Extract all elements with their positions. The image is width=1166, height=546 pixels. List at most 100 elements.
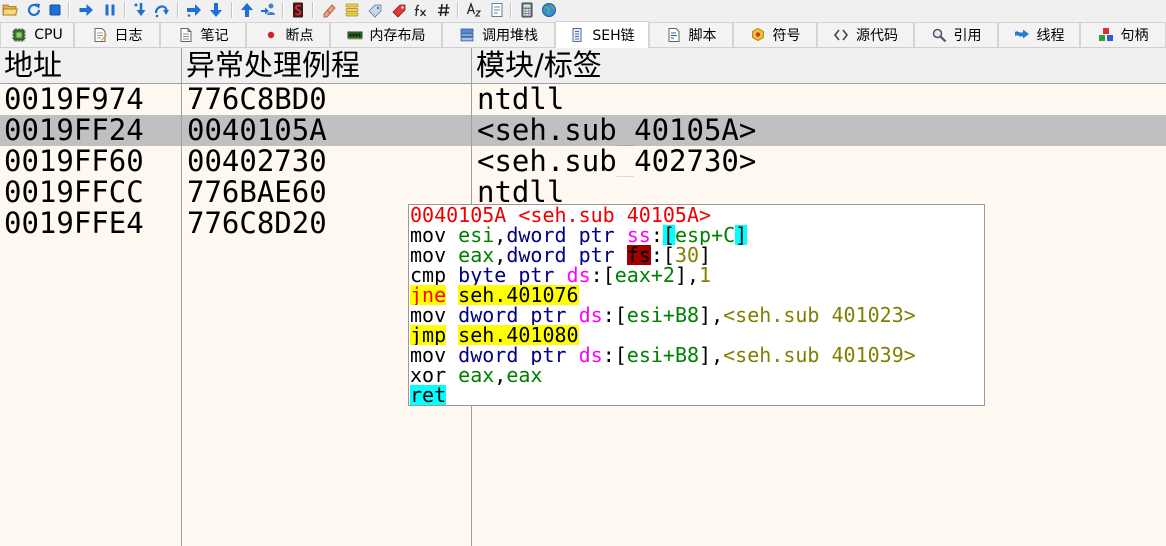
stop-icon [47,2,63,18]
disasm-token: dword ptr [458,345,579,365]
tab-handles[interactable]: 句柄 [1080,22,1166,47]
toolbar-separator [177,2,179,18]
tab-script[interactable]: 脚本 [649,22,733,47]
column-header-address[interactable]: 地址 [0,48,181,83]
seh-row[interactable]: 0019FF24 0040105A <seh.sub_40105A> [0,115,1166,146]
step-into-button[interactable] [132,1,150,19]
toolbar-separator [282,2,284,18]
tab-breakpoint[interactable]: 断点 [246,22,330,47]
bookmarks-button[interactable] [390,1,408,19]
tab-label: 引用 [953,28,982,44]
disasm-token: , [687,265,700,285]
globe-button[interactable] [540,1,558,19]
tab-references[interactable]: 引用 [914,22,998,47]
disasm-token: [ [662,245,675,265]
comments-button[interactable] [343,1,361,19]
execute-till-return-button[interactable] [238,1,256,19]
tab-source[interactable]: 源代码 [817,22,914,47]
disasm-token: eax [458,245,495,265]
tab-bar: CPU 日志 笔记 断点 内存布局 调用堆栈 SEH链 脚本 符号 源代码 引用 线程 句柄 [0,20,1166,48]
hash-button[interactable] [435,1,453,19]
tab-notes[interactable]: 笔记 [160,22,246,47]
seh-chain-icon [569,27,585,43]
tab-label: 源代码 [856,28,898,44]
disasm-line: mov esi,dword ptr ss:[esp+C] [410,225,984,245]
disasm-token: eax+2 [614,265,675,285]
notes-icon [178,27,194,43]
handles-icon [1098,27,1114,43]
trace-into-button[interactable] [185,1,203,19]
hash-icon [436,2,452,18]
symbols-icon [750,27,766,43]
notepad-icon [489,2,505,18]
disasm-token: mov [410,345,459,365]
disasm-token: seh.401076 [458,285,579,305]
patch-button[interactable] [320,1,338,19]
restart-icon [26,2,42,18]
disasm-token: <seh.sub_401023> [723,305,916,325]
open-folder-icon [2,2,18,18]
tab-label: 句柄 [1120,28,1149,44]
disasm-token: cmp [410,265,459,285]
stop-button[interactable] [46,1,64,19]
references-icon [931,27,947,43]
column-header-handler[interactable]: 异常处理例程 [182,48,471,83]
address-cell: 0019FFCC [4,177,144,208]
disasm-line: 0040105A <seh.sub_40105A> [410,205,984,225]
run-button[interactable] [77,1,95,19]
tab-call-stack[interactable]: 调用堆栈 [442,22,555,47]
disasm-line: jmp seh.401080 [410,325,984,345]
notepad-button[interactable] [488,1,506,19]
scylla-button[interactable] [289,1,307,19]
disasm-line: xor eax,eax [410,365,984,385]
disasm-token: : [602,345,615,365]
tab-symbols[interactable]: 符号 [733,22,817,47]
toolbar-separator [457,2,459,18]
disasm-token: esi+B8 [626,305,700,325]
restart-button[interactable] [25,1,43,19]
tab-memory-map[interactable]: 内存布局 [330,22,442,47]
threads-icon [1014,27,1030,43]
open-folder-button[interactable] [1,1,19,19]
disasm-token: , [494,225,507,245]
labels-button[interactable] [366,1,384,19]
seh-row[interactable]: 0019FF60 00402730 <seh.sub_402730> [0,146,1166,177]
address-cell: 0019FFE4 [4,208,144,239]
disasm-token [446,325,458,345]
calculator-button[interactable] [518,1,536,19]
disasm-token: [ [602,265,615,285]
disasm-token: esi [458,225,495,245]
tab-threads[interactable]: 线程 [998,22,1080,47]
column-header-module-label[interactable]: 模块/标签 [472,48,1166,83]
debugger-window: CPU 日志 笔记 断点 内存布局 调用堆栈 SEH链 脚本 符号 源代码 引用 线程 句柄 地址 异常… [0,0,1166,546]
log-icon [92,27,108,43]
tab-label: 调用堆栈 [482,28,538,44]
tab-label: 内存布局 [369,28,426,44]
disasm-token: ] [699,305,712,325]
disasm-line: mov dword ptr ds:[esi+B8],<seh.sub_40102… [410,305,984,325]
disasm-token: , [711,305,724,325]
disasm-line: cmp byte ptr ds:[eax+2],1 [410,265,984,285]
tab-cpu[interactable]: CPU [0,22,74,47]
seh-row[interactable]: 0019F974 776C8BD0 ntdll [0,84,1166,115]
az-button[interactable] [465,1,483,19]
tab-log[interactable]: 日志 [74,22,160,47]
tab-seh-chain[interactable]: SEH链 [555,21,649,48]
run-to-user-code-button[interactable] [259,1,277,19]
handler-cell: 0040105A [187,115,327,146]
disasm-token: [ [662,225,675,245]
pause-button[interactable] [101,1,119,19]
disasm-token: ] [699,345,712,365]
trace-over-button[interactable] [207,1,225,19]
disasm-token: esp+C [674,225,736,245]
disasm-line: mov dword ptr ds:[esi+B8],<seh.sub_40103… [410,345,984,365]
step-over-button[interactable] [153,1,171,19]
disasm-token: mov [410,225,459,245]
disasm-token: ss [626,225,651,245]
scylla-icon [290,2,306,18]
toolbar-separator [124,2,126,18]
disasm-token: [ [614,345,627,365]
disasm-token: , [711,345,724,365]
fx-button[interactable] [411,1,429,19]
toolbar-separator [510,2,512,18]
